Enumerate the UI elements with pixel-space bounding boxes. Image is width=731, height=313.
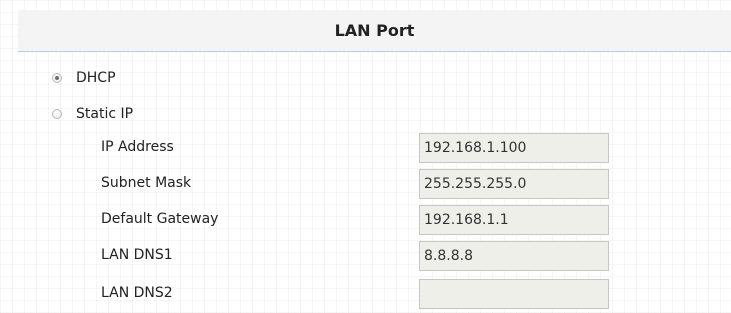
default-gateway-row: Default Gateway <box>0 205 731 235</box>
lan-port-settings-page: LAN Port DHCP Static IP IP Address Subne… <box>0 0 731 313</box>
section-header: LAN Port <box>18 10 731 52</box>
static-ip-label[interactable]: Static IP <box>76 106 133 122</box>
lan-dns2-label: LAN DNS2 <box>101 285 173 301</box>
lan-dns2-row: LAN DNS2 <box>0 279 731 309</box>
lan-dns2-input[interactable] <box>419 279 609 309</box>
static-ip-option[interactable]: Static IP <box>52 103 133 125</box>
dhcp-label[interactable]: DHCP <box>76 70 116 86</box>
dhcp-radio[interactable] <box>52 73 62 83</box>
dhcp-option[interactable]: DHCP <box>52 67 116 89</box>
lan-dns1-input[interactable] <box>419 241 609 271</box>
ip-address-label: IP Address <box>101 139 174 155</box>
subnet-mask-input[interactable] <box>419 169 609 199</box>
lan-dns1-row: LAN DNS1 <box>0 241 731 271</box>
default-gateway-input[interactable] <box>419 205 609 235</box>
subnet-mask-label: Subnet Mask <box>101 175 192 191</box>
section-title: LAN Port <box>334 21 415 40</box>
static-ip-radio[interactable] <box>52 109 62 119</box>
subnet-mask-row: Subnet Mask <box>0 169 731 199</box>
ip-address-input[interactable] <box>419 133 609 163</box>
ip-address-row: IP Address <box>0 133 731 163</box>
lan-dns1-label: LAN DNS1 <box>101 247 173 263</box>
default-gateway-label: Default Gateway <box>101 211 219 227</box>
